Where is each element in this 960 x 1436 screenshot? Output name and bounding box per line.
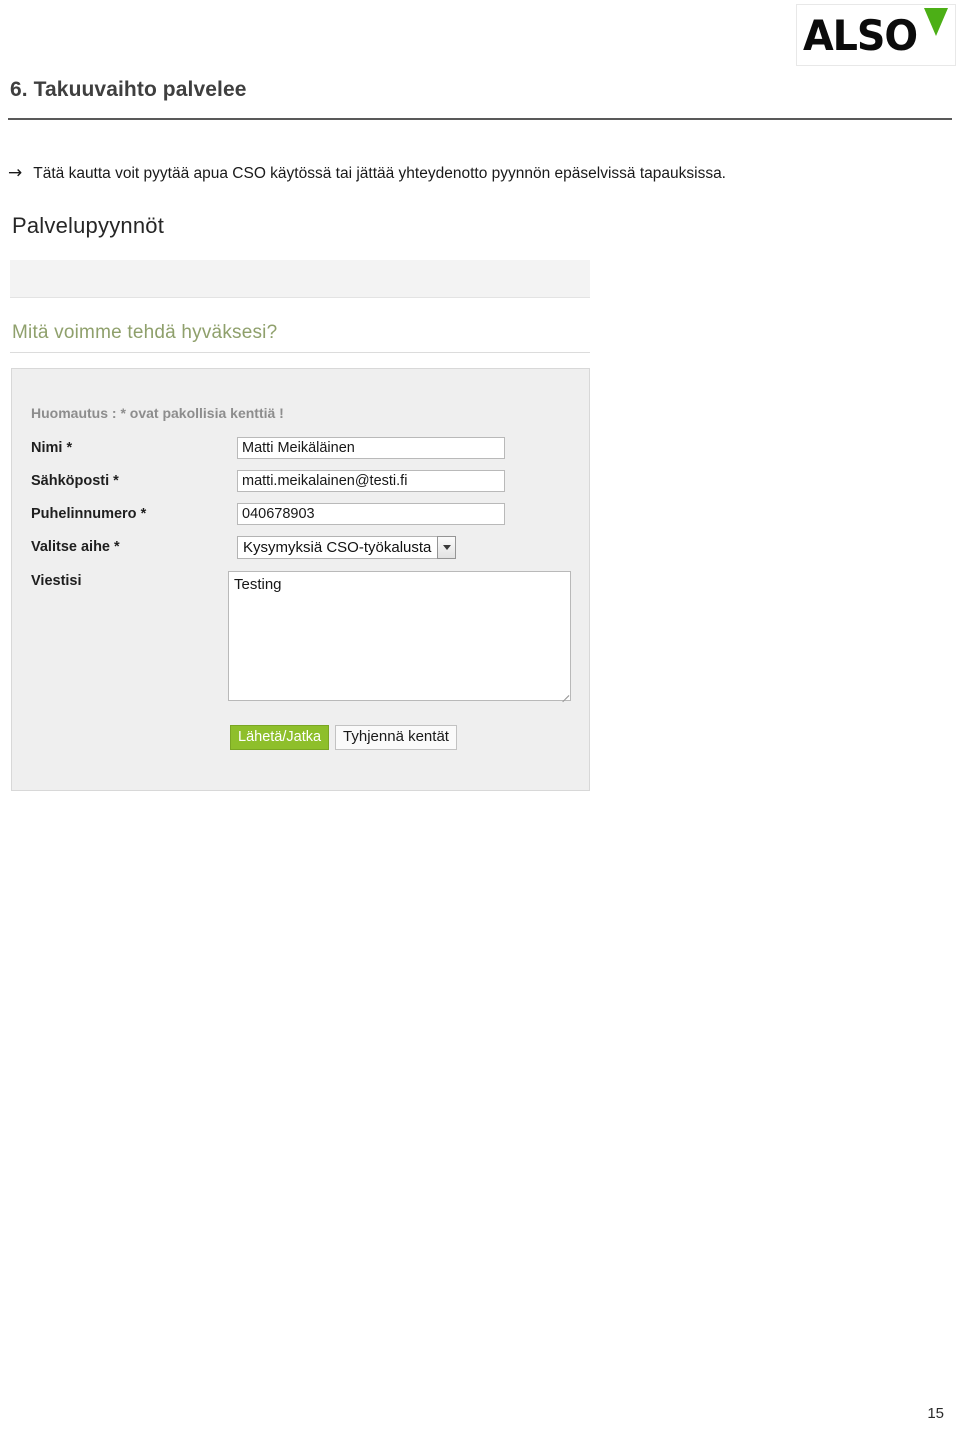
- valitse-aihe-selected-value: Kysymyksiä CSO-työkalusta: [237, 536, 438, 559]
- label-nimi: Nimi *: [31, 440, 73, 456]
- embedded-screenshot: Palvelupyynnöt Mitä voimme tehdä hyväkse…: [0, 205, 600, 805]
- logo-triangle-icon: [924, 8, 948, 36]
- intro-bullet: → Tätä kautta voit pyytää apua CSO käytö…: [8, 163, 726, 184]
- field-row-valitse-aihe: Valitse aihe * Kysymyksiä CSO-työkalusta: [31, 536, 576, 561]
- logo-wordmark: ALSO: [803, 11, 918, 60]
- subtitle-divider: [10, 352, 590, 353]
- intro-text: Tätä kautta voit pyytää apua CSO käytöss…: [33, 165, 726, 182]
- label-puhelinnumero: Puhelinnumero *: [31, 506, 147, 522]
- field-row-puhelinnumero: Puhelinnumero *: [31, 503, 576, 528]
- page-number: 15: [927, 1405, 944, 1422]
- viestisi-textarea[interactable]: [228, 571, 571, 701]
- label-sahkoposti: Sähköposti *: [31, 473, 119, 489]
- field-row-nimi: Nimi *: [31, 437, 576, 462]
- toolbar-strip: [10, 260, 590, 298]
- label-viestisi: Viestisi: [31, 573, 82, 589]
- chevron-down-icon[interactable]: [437, 536, 457, 559]
- clear-fields-button[interactable]: Tyhjennä kentät: [335, 725, 457, 750]
- arrow-right-icon: →: [8, 163, 23, 183]
- puhelinnumero-input[interactable]: [237, 503, 505, 525]
- submit-button[interactable]: Lähetä/Jatka: [230, 725, 330, 750]
- nimi-input[interactable]: [237, 437, 505, 459]
- valitse-aihe-select[interactable]: Kysymyksiä CSO-työkalusta: [237, 536, 457, 559]
- service-request-form: Huomautus : * ovat pakollisia kenttiä ! …: [11, 368, 590, 791]
- label-valitse-aihe: Valitse aihe *: [31, 539, 120, 555]
- form-actions: Lähetä/Jatka Tyhjennä kentät: [230, 725, 457, 750]
- also-logo: ALSO: [796, 4, 956, 66]
- service-requests-title: Palvelupyynnöt: [12, 213, 165, 238]
- heading-divider: [8, 118, 952, 120]
- sahkoposti-input[interactable]: [237, 470, 505, 492]
- form-subtitle: Mitä voimme tehdä hyväksesi?: [12, 322, 278, 343]
- page-title: 6. Takuuvaihto palvelee: [10, 78, 247, 101]
- field-row-sahkoposti: Sähköposti *: [31, 470, 576, 495]
- required-fields-note: Huomautus : * ovat pakollisia kenttiä !: [31, 405, 284, 421]
